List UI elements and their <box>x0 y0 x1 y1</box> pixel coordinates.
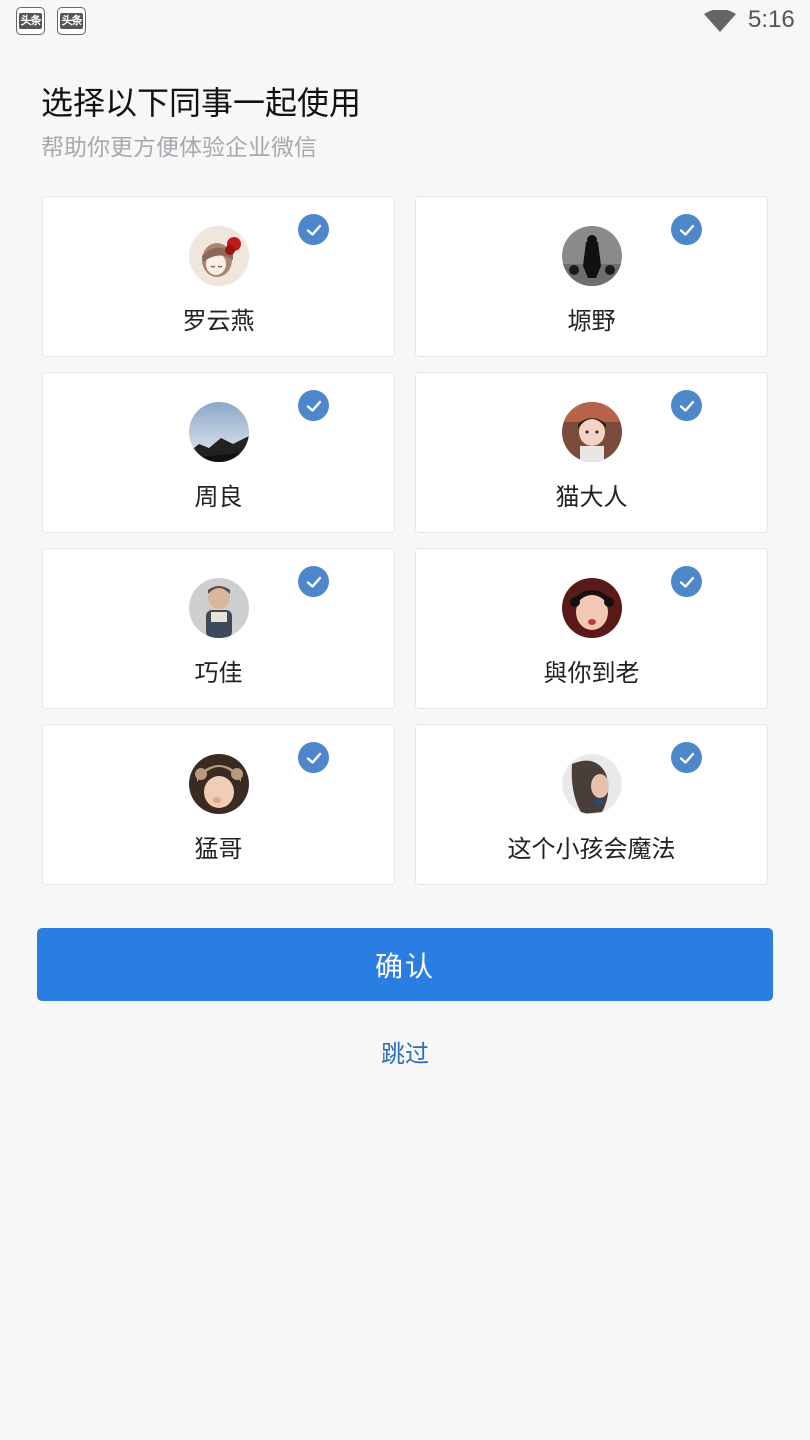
dark-figure-avatar <box>561 226 622 286</box>
status-time: 5:16 <box>748 6 795 33</box>
colleague-name: 猫大人 <box>555 483 628 511</box>
check-icon[interactable] <box>298 390 329 421</box>
colleague-name: 巧佳 <box>194 659 243 687</box>
child-photo-avatar <box>561 402 622 462</box>
colleague-card[interactable]: 巧佳 <box>42 548 395 709</box>
check-icon[interactable] <box>298 742 329 773</box>
child-bow-avatar <box>561 578 622 638</box>
baby-hat-avatar <box>188 754 249 814</box>
cartoon-girl-avatar <box>188 226 249 286</box>
check-icon[interactable] <box>671 742 702 773</box>
colleague-name: 猛哥 <box>194 835 243 863</box>
colleague-card[interactable]: 周良 <box>42 372 395 533</box>
toutiao-app-icon: 头条 <box>16 7 45 35</box>
check-icon[interactable] <box>298 566 329 597</box>
toutiao-app-icon: 头条 <box>57 7 86 35</box>
check-icon[interactable] <box>671 214 702 245</box>
girl-profile-avatar <box>561 754 622 814</box>
colleague-card[interactable]: 罗云燕 <box>42 196 395 357</box>
colleague-card[interactable]: 这个小孩会魔法 <box>415 724 768 885</box>
notification-label: 头条 <box>60 13 83 29</box>
check-icon[interactable] <box>298 214 329 245</box>
colleague-card[interactable]: 塬野 <box>415 196 768 357</box>
page-title: 选择以下同事一起使用 <box>41 84 362 122</box>
page-subtitle: 帮助你更方便体验企业微信 <box>41 135 317 161</box>
status-bar: 头条 头条 5:16 <box>0 0 810 44</box>
child-overalls-avatar <box>188 578 249 638</box>
colleague-card[interactable]: 猫大人 <box>415 372 768 533</box>
confirm-button[interactable]: 确认 <box>37 928 773 1001</box>
colleague-name: 罗云燕 <box>182 307 255 335</box>
wifi-icon <box>704 10 736 32</box>
colleague-name: 周良 <box>194 483 243 511</box>
colleague-name: 这个小孩会魔法 <box>507 835 676 863</box>
mountain-sky-avatar <box>188 402 249 462</box>
notification-label: 头条 <box>19 13 42 29</box>
colleague-grid: 罗云燕 塬野 周良 猫大人 巧佳 與你到老 猛哥 这个小孩会魔法 <box>42 196 768 885</box>
colleague-card[interactable]: 與你到老 <box>415 548 768 709</box>
skip-link[interactable]: 跳过 <box>0 1034 810 1069</box>
colleague-card[interactable]: 猛哥 <box>42 724 395 885</box>
check-icon[interactable] <box>671 566 702 597</box>
check-icon[interactable] <box>671 390 702 421</box>
colleague-name: 塬野 <box>567 307 616 335</box>
colleague-name: 與你到老 <box>543 659 640 687</box>
